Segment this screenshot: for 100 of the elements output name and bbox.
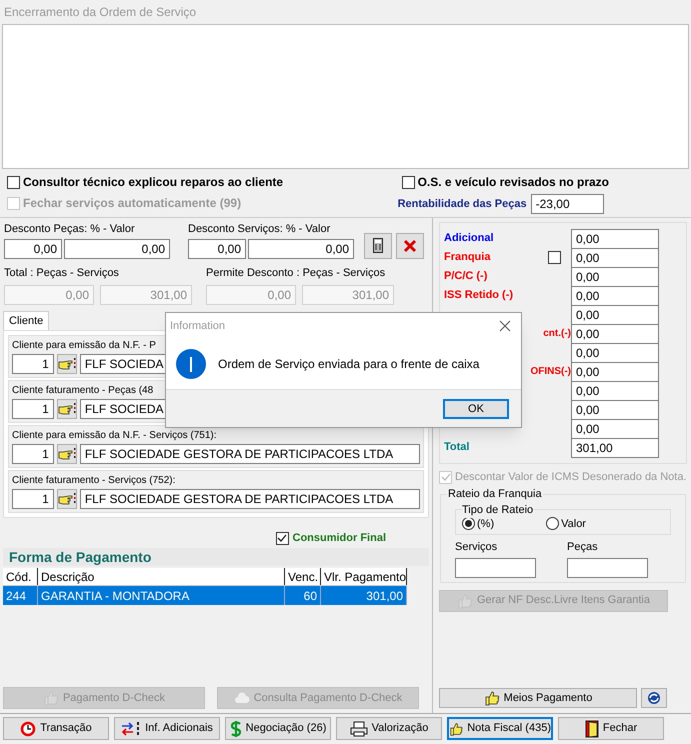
toolbar-button[interactable]: Nota Fiscal (435) xyxy=(447,717,553,740)
pointing-hand-icon xyxy=(58,492,76,506)
client-label: Cliente faturamento - Serviços (752): xyxy=(12,474,176,488)
value-label: ISS Retido (-) xyxy=(444,288,514,304)
input-field[interactable]: 0,00 xyxy=(64,238,170,258)
table-row[interactable]: 244 GARANTIA - MONTADORA 60 301,00 xyxy=(3,586,407,605)
input-field[interactable]: 0,00 xyxy=(571,304,659,324)
radio-button[interactable] xyxy=(462,517,475,530)
window-title: Encerramento da Ordem de Serviço xyxy=(3,4,198,21)
option-label: Fechar serviços automaticamente (99) xyxy=(23,195,242,212)
dialog-title: Information xyxy=(170,318,226,334)
input-field[interactable]: 1 xyxy=(12,489,54,509)
lookup-button[interactable] xyxy=(56,489,77,509)
client-label: Cliente para emissão da N.F. - P xyxy=(12,339,157,353)
table-cell: 244 xyxy=(3,586,38,605)
refresh-button[interactable] xyxy=(641,688,667,708)
input-field[interactable]: 0,00 xyxy=(571,362,659,382)
toolbar-button[interactable]: Valorização xyxy=(336,717,442,740)
dialog-message: Ordem de Serviço enviada para o frente de caixa xyxy=(218,356,480,373)
field-label: Peças xyxy=(567,540,599,555)
info-icon xyxy=(176,349,206,379)
input-field[interactable]: 0,00 xyxy=(571,418,659,438)
value-label: Franquia xyxy=(444,250,490,266)
checkbox[interactable] xyxy=(276,532,288,544)
input-field[interactable]: 0,00 xyxy=(571,248,659,268)
input-field[interactable]: 0,00 xyxy=(248,238,354,258)
column-header[interactable]: Cód. xyxy=(3,568,38,585)
value-label: cnt.(-) xyxy=(543,327,571,341)
refresh-icon xyxy=(647,691,661,705)
toolbar-button[interactable]: Inf. Adicionais xyxy=(114,717,220,740)
clock-icon xyxy=(20,720,36,736)
table-cell: 301,00 xyxy=(321,586,407,605)
input-field[interactable]: 1 xyxy=(12,399,54,419)
input-field[interactable]: 0,00 xyxy=(571,266,659,286)
close-icon[interactable] xyxy=(499,320,511,332)
value-label: P/C/C (-) xyxy=(444,269,488,284)
pointing-hand-icon xyxy=(58,402,76,416)
consumidor-final-label: Consumidor Final xyxy=(292,530,386,546)
option-label: Consultor técnico explicou reparos ao cliente xyxy=(23,174,284,191)
pointing-hand-icon xyxy=(58,447,76,461)
radio-button[interactable] xyxy=(546,517,560,530)
input-field[interactable]: 0,00 xyxy=(571,342,659,362)
value-label: OFINS(-) xyxy=(530,365,571,379)
thumbs-up-icon xyxy=(449,720,464,736)
column-header[interactable]: Vlr. Pagamento xyxy=(321,568,407,585)
input-field[interactable]: -23,00 xyxy=(530,194,604,214)
rentabilidade-label: Rentabilidade das Peças xyxy=(398,196,527,212)
input-field[interactable]: FLF SOCIEDADE GESTORA DE PARTICIPACOES LTDA xyxy=(80,444,420,464)
thumbs-up-icon xyxy=(484,690,500,706)
lookup-button[interactable] xyxy=(56,354,77,374)
icms-label: Descontar Valor de ICMS Desonerado da Nota. xyxy=(455,470,687,485)
option-label: O.S. e veículo revisados no prazo xyxy=(418,174,609,191)
value-label: Adicional xyxy=(444,231,494,246)
input-field[interactable]: 0,00 xyxy=(4,238,62,258)
input-field[interactable]: 1 xyxy=(12,354,54,374)
input-field[interactable] xyxy=(455,558,536,578)
pointing-hand-icon xyxy=(58,357,76,371)
field-label: Serviços xyxy=(455,540,498,555)
input-field[interactable]: FLF SOCIEDADE GESTORA DE PARTICIPACOES LTDA xyxy=(80,489,420,509)
column-header[interactable]: Venc. xyxy=(285,568,321,585)
totals-label: Permite Desconto : Peças - Serviços xyxy=(206,266,386,280)
client-label: Cliente para emissão da N.F. - Serviços (751): xyxy=(12,429,218,443)
checkbox[interactable] xyxy=(548,251,561,264)
client-label: Cliente faturamento - Peças (48 xyxy=(12,384,154,398)
ok-button[interactable]: OK xyxy=(443,398,509,418)
checkbox[interactable] xyxy=(402,176,415,188)
input-field[interactable]: 0,00 xyxy=(571,400,659,420)
input-field[interactable] xyxy=(567,558,648,578)
input-field[interactable]: 0,00 xyxy=(571,286,659,306)
discount-label: Desconto Serviços: % - Valor xyxy=(188,222,332,237)
input-field[interactable]: 301,00 xyxy=(571,438,659,458)
lookup-button[interactable] xyxy=(56,399,77,419)
totals-label: Total : Peças - Serviços xyxy=(4,266,120,280)
input-field[interactable]: 0,00 xyxy=(571,324,659,344)
cloud-icon xyxy=(234,691,250,705)
toolbar-button[interactable]: Fechar xyxy=(558,717,664,740)
calculator-button[interactable] xyxy=(364,232,392,258)
input-field[interactable]: 0,00 xyxy=(188,238,246,258)
arrows-icon xyxy=(121,720,142,736)
input-field[interactable]: 0,00 xyxy=(571,228,659,248)
dollar-icon xyxy=(230,720,242,738)
column-header[interactable]: Descrição xyxy=(38,568,285,585)
door-icon xyxy=(584,720,599,738)
input-field[interactable]: 0,00 xyxy=(571,380,659,400)
table-cell: 60 xyxy=(285,586,321,605)
checkbox[interactable] xyxy=(7,176,20,188)
section-header: Forma de Pagamento xyxy=(3,548,429,566)
input-field[interactable]: 1 xyxy=(12,444,54,464)
radio-label: Valor xyxy=(561,516,586,532)
thumbs-up-icon xyxy=(456,592,473,608)
clear-button[interactable] xyxy=(396,232,424,258)
calculator-icon xyxy=(373,238,383,253)
value-label: Total xyxy=(444,440,470,456)
table-cell: GARANTIA - MONTADORA xyxy=(38,586,285,605)
toolbar-button[interactable]: Transação xyxy=(3,717,109,740)
lookup-button[interactable] xyxy=(56,444,77,464)
toolbar-button[interactable]: Negociação (26) xyxy=(225,717,331,740)
tab[interactable]: Cliente xyxy=(3,311,50,330)
printer-icon xyxy=(350,720,368,736)
meios-pagamento-button[interactable]: Meios Pagamento xyxy=(439,688,637,708)
